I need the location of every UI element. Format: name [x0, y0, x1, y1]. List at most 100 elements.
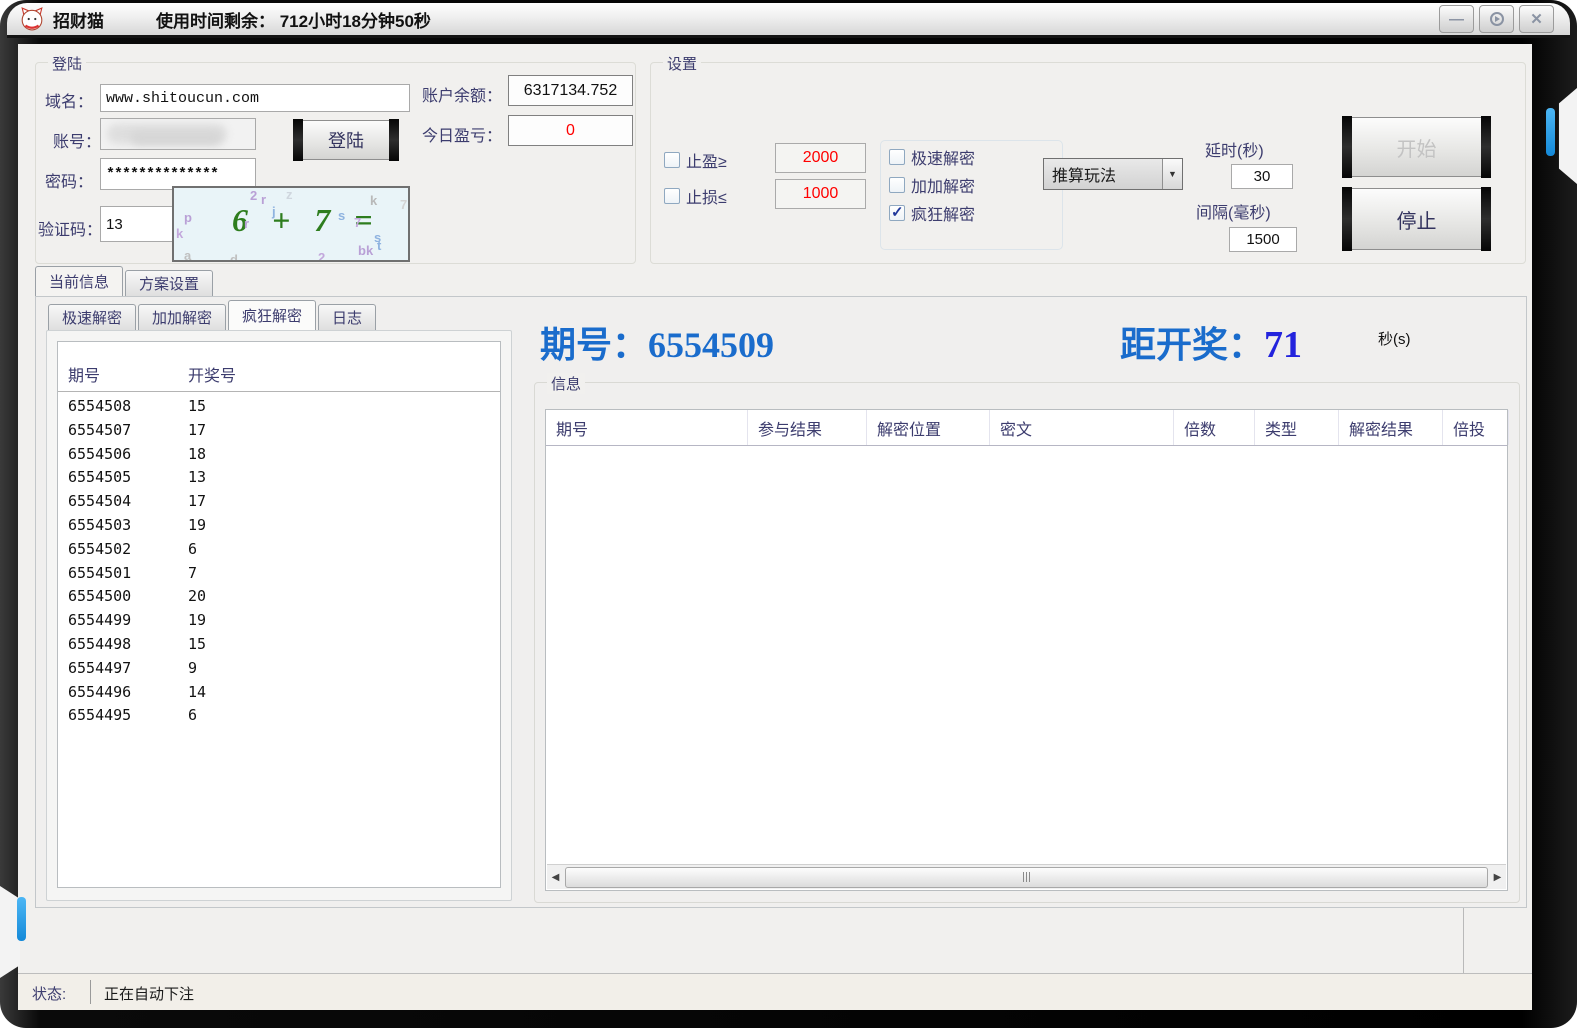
info-column-header[interactable]: 参与结果: [748, 410, 867, 445]
stop-win-option[interactable]: 止盈≥: [664, 148, 727, 172]
history-issue: 6554504: [68, 492, 131, 510]
sub-tab-1[interactable]: 极速解密: [48, 304, 136, 330]
info-column-header[interactable]: 倍投: [1443, 410, 1509, 445]
info-column-header[interactable]: 类型: [1255, 410, 1339, 445]
interval-input[interactable]: [1229, 227, 1297, 252]
stop-button[interactable]: 停止: [1343, 188, 1490, 250]
info-table: 期号参与结果解密位置密文倍数类型解密结果倍投 ◀ ▶: [545, 409, 1508, 891]
horizontal-scrollbar[interactable]: ◀ ▶: [547, 864, 1506, 889]
history-number: 19: [188, 516, 206, 534]
chevron-down-icon[interactable]: ▼: [1162, 159, 1182, 189]
decrypt-option-label: 疯狂解密: [911, 201, 975, 225]
scroll-right-icon[interactable]: ▶: [1489, 865, 1506, 889]
history-number: 17: [188, 421, 206, 439]
delay-input[interactable]: [1231, 164, 1293, 189]
captcha-noise-char: k: [370, 193, 377, 208]
history-number: 6: [188, 540, 197, 558]
info-column-header[interactable]: 期号: [546, 410, 748, 445]
login-button[interactable]: 登陆: [294, 120, 398, 160]
captcha-noise-char: s: [338, 208, 345, 223]
play-mode-selected: 推算玩法: [1044, 162, 1162, 186]
history-row[interactable]: 655450513: [58, 465, 500, 489]
start-button[interactable]: 开始: [1343, 117, 1490, 177]
history-row[interactable]: 65544956: [58, 703, 500, 727]
account-label: 账号：: [53, 128, 101, 152]
domain-input[interactable]: [100, 84, 410, 112]
history-issue: 6554508: [68, 397, 131, 415]
info-column-header[interactable]: 解密结果: [1339, 410, 1443, 445]
minimize-button[interactable]: —: [1439, 5, 1474, 33]
scrollbar-grip: [1029, 872, 1030, 882]
history-issue: 6554500: [68, 587, 131, 605]
frame-accent: [1546, 108, 1555, 156]
history-issue: 6554496: [68, 683, 131, 701]
info-column-header[interactable]: 倍数: [1174, 410, 1255, 445]
checkbox-unchecked[interactable]: [664, 188, 680, 204]
history-number: 13: [188, 468, 206, 486]
decrypt-option[interactable]: 极速解密: [889, 145, 1062, 169]
scrollbar-grip: [1026, 872, 1027, 882]
stop-loss-value[interactable]: 1000: [775, 179, 866, 209]
captcha-image[interactable]: 6 + 7 = 2rzk7pkrjs7sbktad2: [172, 186, 410, 262]
decrypt-option-label: 加加解密: [911, 173, 975, 197]
checkbox-checked[interactable]: [889, 205, 905, 221]
history-row[interactable]: 65545026: [58, 537, 500, 561]
history-row[interactable]: 65544979: [58, 656, 500, 680]
history-issue: 6554501: [68, 564, 131, 582]
captcha-noise-char: z: [286, 187, 293, 202]
skin-settings-button[interactable]: [1479, 5, 1514, 33]
delay-label: 延时(秒): [1205, 137, 1264, 161]
history-row[interactable]: 655449919: [58, 608, 500, 632]
sub-tab-4[interactable]: 日志: [318, 304, 376, 330]
scrollbar-thumb[interactable]: [565, 867, 1488, 888]
history-row[interactable]: 655450417: [58, 489, 500, 513]
main-tab-2[interactable]: 方案设置: [125, 270, 213, 296]
main-content: 登陆 域名： 账号： 密码： 验证码： 6 + 7 = 2rzk7pkrjs7s…: [18, 44, 1532, 1010]
stop-win-value[interactable]: 2000: [775, 143, 866, 173]
sub-tab-3[interactable]: 疯狂解密: [228, 300, 316, 330]
info-column-header[interactable]: 解密位置: [867, 410, 990, 445]
history-row[interactable]: 655450618: [58, 442, 500, 466]
sub-tab-2[interactable]: 加加解密: [138, 304, 226, 330]
history-col-issue: 期号: [68, 362, 100, 386]
window-controls: — ✕: [1439, 5, 1554, 33]
history-row[interactable]: 6554508 15: [58, 394, 500, 418]
history-row[interactable]: 655449815: [58, 632, 500, 656]
main-tab-1[interactable]: 当前信息: [35, 266, 123, 296]
divider: [90, 980, 91, 1004]
history-issue: 6554503: [68, 516, 131, 534]
pnl-value: 0: [508, 115, 633, 146]
decrypt-option[interactable]: 疯狂解密: [889, 201, 1062, 225]
history-number: 15: [188, 397, 206, 415]
decrypt-option[interactable]: 加加解密: [889, 173, 1062, 197]
history-row[interactable]: 655450020: [58, 584, 500, 608]
stop-loss-option[interactable]: 止损≤: [664, 184, 727, 208]
checkbox-unchecked[interactable]: [889, 177, 905, 193]
history-number: 7: [188, 564, 197, 582]
history-issue: 6554495: [68, 706, 131, 724]
history-row[interactable]: 655450717: [58, 418, 500, 442]
history-number: 15: [188, 635, 206, 653]
title-bar[interactable]: 招财猫 使用时间剩余： 712小时18分钟50秒 — ✕: [7, 3, 1570, 38]
frame-accent: [17, 897, 26, 941]
history-row[interactable]: 655449614: [58, 680, 500, 704]
current-issue: 期号：6554509: [540, 316, 774, 368]
countdown: 距开奖：71: [1120, 316, 1302, 368]
account-input[interactable]: [100, 118, 256, 150]
checkbox-unchecked[interactable]: [664, 152, 680, 168]
scroll-left-icon[interactable]: ◀: [547, 865, 564, 889]
history-row[interactable]: 6554501 7: [58, 561, 500, 585]
interval-label: 间隔(毫秒): [1196, 199, 1271, 223]
info-column-header[interactable]: 密文: [990, 410, 1174, 445]
history-row[interactable]: 6554503 19: [58, 513, 500, 537]
status-label: 状态:: [32, 983, 66, 1004]
usage-time-remaining: 使用时间剩余： 712小时18分钟50秒: [156, 7, 431, 32]
info-group-label: 信息: [547, 373, 585, 394]
checkbox-unchecked[interactable]: [889, 149, 905, 165]
redacted-account-value: [131, 131, 221, 145]
captcha-noise-char: bk: [358, 243, 373, 258]
play-mode-dropdown[interactable]: 推算玩法 ▼: [1043, 158, 1183, 190]
close-button[interactable]: ✕: [1519, 5, 1554, 33]
captcha-noise-char: r: [261, 192, 266, 207]
settings-group-label: 设置: [663, 53, 701, 74]
